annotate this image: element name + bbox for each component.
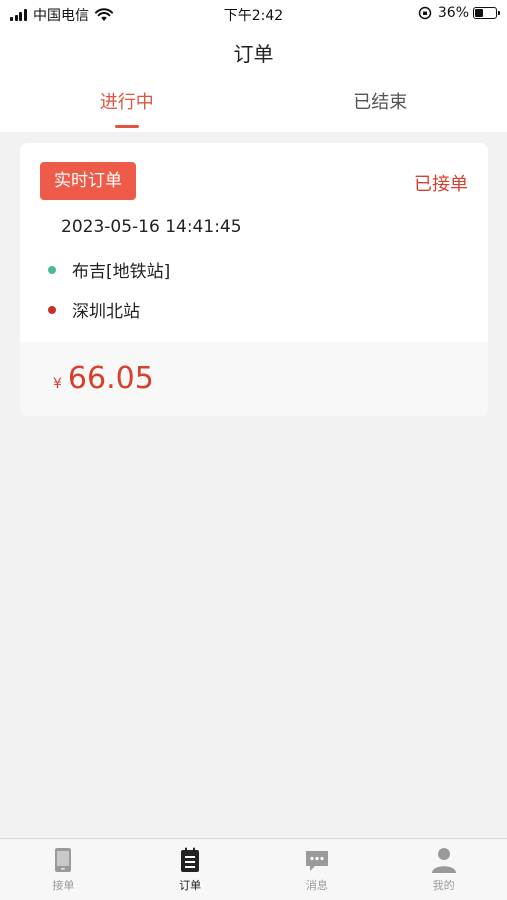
- tab-label: 已结束: [353, 92, 408, 113]
- order-price: ¥ 66.05: [53, 361, 154, 396]
- phone-icon: [55, 848, 72, 872]
- tabbar-label: 我的: [432, 879, 455, 892]
- person-icon: [431, 848, 456, 873]
- pickup-dot-icon: [48, 265, 56, 274]
- tab-label: 进行中: [99, 92, 154, 113]
- tabbar-item-profile[interactable]: 我的: [380, 839, 507, 900]
- page-title: 订单: [233, 42, 274, 66]
- price-section: ¥ 66.05: [20, 342, 488, 416]
- tabbar-label: 接单: [52, 879, 75, 892]
- tabbar-label: 订单: [179, 879, 202, 892]
- tabbar-item-orders[interactable]: 订单: [127, 839, 254, 900]
- message-icon: [305, 851, 328, 871]
- tab-in-progress[interactable]: 进行中: [0, 88, 254, 132]
- tab-active-indicator: [114, 125, 139, 128]
- order-tabs: 进行中 已结束: [0, 88, 507, 132]
- tab-finished[interactable]: 已结束: [254, 88, 507, 132]
- dropoff-label: 深圳北站: [72, 302, 140, 322]
- battery-icon: [473, 7, 500, 19]
- status-right: 36%: [418, 5, 500, 21]
- order-card[interactable]: 实时订单 已接单 2023-05-16 14:41:45 布吉[地铁站] 深圳北…: [20, 143, 488, 416]
- tabbar-item-accept[interactable]: 接单: [0, 839, 127, 900]
- order-type-badge: 实时订单: [40, 162, 136, 200]
- tabbar-item-messages[interactable]: 消息: [254, 839, 381, 900]
- price-amount: 66.05: [67, 361, 154, 396]
- list-icon: [181, 847, 200, 872]
- header-area: 中国电信 下午2:42 36% 订单 进行中 已结束: [0, 0, 507, 132]
- tabbar-label: 消息: [305, 879, 328, 892]
- pickup-label: 布吉[地铁站]: [72, 262, 171, 282]
- currency-symbol: ¥: [53, 376, 62, 392]
- dropoff-dot-icon: [48, 305, 56, 314]
- battery-percent: 36%: [437, 5, 469, 21]
- bottom-tab-bar: 接单 订单 消息 我的: [0, 838, 507, 900]
- orientation-lock-icon: [418, 6, 432, 20]
- pickup-location: 布吉[地铁站]: [48, 257, 170, 282]
- dropoff-location: 深圳北站: [48, 297, 140, 322]
- order-status: 已接单: [414, 174, 468, 195]
- status-bar: 中国电信 下午2:42 36%: [0, 0, 507, 28]
- order-time: 2023-05-16 14:41:45: [61, 217, 242, 237]
